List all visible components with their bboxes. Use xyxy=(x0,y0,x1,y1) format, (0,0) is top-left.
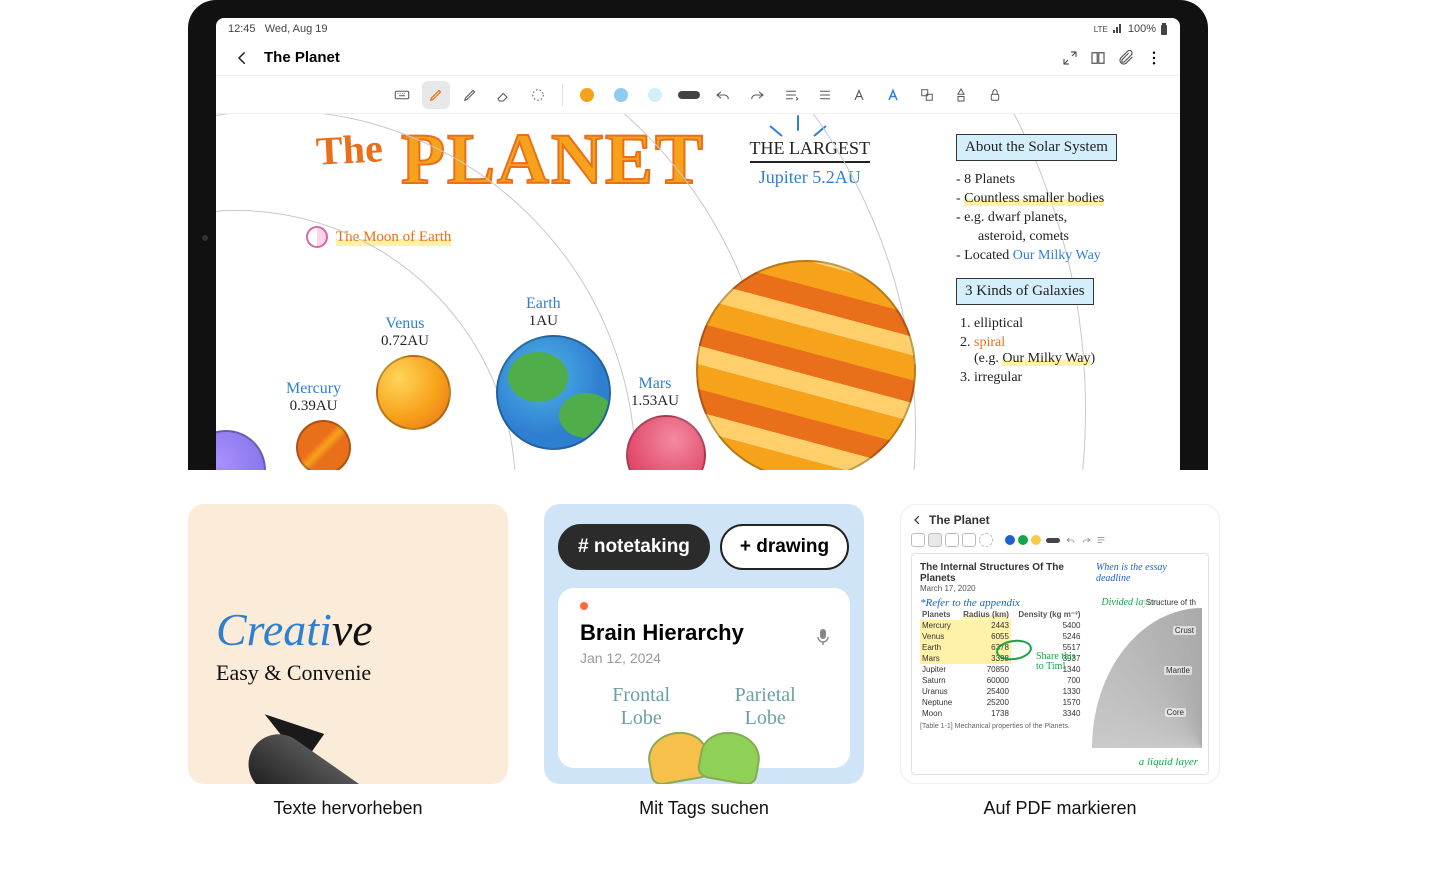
card2-caption: Mit Tags suchen xyxy=(544,798,864,819)
card3-thumb: The Planet xyxy=(900,504,1220,784)
lobe-frontal: Frontal Lobe xyxy=(612,684,670,730)
brain-icon xyxy=(648,732,760,782)
note-preview-date: Jan 12, 2024 xyxy=(580,650,828,666)
highlighter-tool[interactable] xyxy=(456,81,484,109)
notes-heading-2: 3 Kinds of Galaxies xyxy=(956,278,1094,305)
expand-icon[interactable] xyxy=(1056,44,1084,72)
note-header: The Planet xyxy=(216,40,1180,76)
pdf-heading: The Internal Structures Of The Planets xyxy=(920,562,1096,584)
battery-percent: 100% xyxy=(1128,23,1156,35)
keyboard-tool[interactable] xyxy=(388,81,416,109)
zoom-tool[interactable] xyxy=(913,81,941,109)
mini-color-yellow[interactable] xyxy=(1031,535,1041,545)
mini-color-blue[interactable] xyxy=(1005,535,1015,545)
toolbar-divider xyxy=(562,84,563,106)
style-tool[interactable] xyxy=(879,81,907,109)
note-preview-title: Brain Hierarchy xyxy=(580,620,828,646)
pen-tool[interactable] xyxy=(422,81,450,109)
lock-tool[interactable] xyxy=(981,81,1009,109)
card-highlight-text: Creative Easy & Convenie Texte hervorheb… xyxy=(188,504,508,819)
planet-jupiter xyxy=(696,260,916,470)
front-camera xyxy=(202,235,208,241)
tablet-frame: 12:45 Wed, Aug 19 LTE 100% The Planet xyxy=(188,0,1208,470)
planet-mercury xyxy=(296,420,351,470)
pdf-date: March 17, 2020 xyxy=(920,584,1096,593)
annotation-refer: *Refer to the appendix xyxy=(920,597,1020,609)
table-row: Saturn60000700 xyxy=(920,675,1082,686)
notes-heading-1: About the Solar System xyxy=(956,134,1117,161)
text-tool[interactable] xyxy=(845,81,873,109)
card-search-tags: # notetaking + drawing Brain Hierarchy J… xyxy=(544,504,864,819)
color-blue[interactable] xyxy=(607,81,635,109)
mini-highlighter[interactable] xyxy=(945,533,959,547)
lasso-tool[interactable] xyxy=(524,81,552,109)
mini-toolbar xyxy=(911,533,1209,547)
drawing-toolbar xyxy=(216,76,1180,114)
mini-pen[interactable] xyxy=(928,533,942,547)
feature-cards: Creative Easy & Convenie Texte hervorheb… xyxy=(188,504,1222,819)
annotation-share: Share this to Tim! xyxy=(1036,652,1076,672)
mini-stroke[interactable] xyxy=(1046,538,1060,543)
annotation-liquid: a liquid layer xyxy=(1139,756,1198,768)
color-orange[interactable] xyxy=(573,81,601,109)
tag-drawing[interactable]: + drawing xyxy=(720,524,849,570)
table-row: Neptune252001570 xyxy=(920,697,1082,708)
card1-thumb: Creative Easy & Convenie xyxy=(188,504,508,784)
table-row: Venus60555246 xyxy=(920,631,1082,642)
convert-tool[interactable] xyxy=(811,81,839,109)
planet-cutaway-icon: Structure of th Crust Mantle Core xyxy=(1092,608,1202,748)
color-lightblue[interactable] xyxy=(641,81,669,109)
mic-icon xyxy=(816,628,830,651)
redo-button[interactable] xyxy=(743,81,771,109)
undo-button[interactable] xyxy=(709,81,737,109)
mini-color-green[interactable] xyxy=(1018,535,1028,545)
network-indicator: LTE xyxy=(1094,25,1108,34)
card1-caption: Texte hervorheben xyxy=(188,798,508,819)
note-title: The Planet xyxy=(264,49,340,66)
shape-tool[interactable] xyxy=(947,81,975,109)
table-row: Uranus254001330 xyxy=(920,686,1082,697)
tag-notetaking[interactable]: # notetaking xyxy=(558,524,710,570)
spen-icon xyxy=(255,531,508,784)
attach-icon[interactable] xyxy=(1112,44,1140,72)
label-venus: Venus 0.72AU xyxy=(381,315,429,350)
align-tool[interactable] xyxy=(777,81,805,109)
planet-venus xyxy=(376,355,451,430)
label-mars: Mars 1.53AU xyxy=(631,375,679,410)
label-earth: Earth 1AU xyxy=(526,295,561,330)
mini-title: The Planet xyxy=(929,513,990,527)
planet-earth xyxy=(496,335,611,450)
back-icon[interactable] xyxy=(911,514,923,526)
card-pdf-markup: The Planet xyxy=(900,504,1220,819)
lobe-parietal: Parietal Lobe xyxy=(735,684,796,730)
eraser-tool[interactable] xyxy=(490,81,518,109)
pdf-document[interactable]: The Internal Structures Of The Planets M… xyxy=(911,553,1209,775)
tablet-screen: 12:45 Wed, Aug 19 LTE 100% The Planet xyxy=(216,18,1180,470)
note-preview-card[interactable]: Brain Hierarchy Jan 12, 2024 Frontal Lob… xyxy=(558,588,850,768)
mini-align[interactable] xyxy=(1095,534,1107,546)
mini-lasso[interactable] xyxy=(979,533,993,547)
mini-keyboard[interactable] xyxy=(911,533,925,547)
status-time: 12:45 xyxy=(228,23,256,35)
card2-thumb: # notetaking + drawing Brain Hierarchy J… xyxy=(544,504,864,784)
table-row: Moon17383340 xyxy=(920,708,1082,719)
side-notes: About the Solar System - 8 Planets - Cou… xyxy=(956,134,1166,389)
signal-icon xyxy=(1112,24,1124,34)
stroke-width[interactable] xyxy=(675,81,703,109)
status-date: Wed, Aug 19 xyxy=(265,23,328,35)
status-bar: 12:45 Wed, Aug 19 LTE 100% xyxy=(216,18,1180,40)
mini-redo[interactable] xyxy=(1080,534,1092,546)
mini-eraser[interactable] xyxy=(962,533,976,547)
recording-icon xyxy=(580,602,588,610)
battery-icon xyxy=(1160,23,1168,35)
card3-caption: Auf PDF markieren xyxy=(900,798,1220,819)
label-mercury: Mercury 0.39AU xyxy=(286,380,341,415)
note-canvas[interactable]: The PLANET THE LARGEST Jupiter 5.2AU The… xyxy=(216,114,1180,470)
reader-icon[interactable] xyxy=(1084,44,1112,72)
back-button[interactable] xyxy=(228,44,256,72)
annotation-deadline: When is the essay deadline xyxy=(1096,562,1200,584)
table-row: Mercury24435400 xyxy=(920,620,1082,631)
more-icon[interactable] xyxy=(1140,44,1168,72)
mini-undo[interactable] xyxy=(1065,534,1077,546)
